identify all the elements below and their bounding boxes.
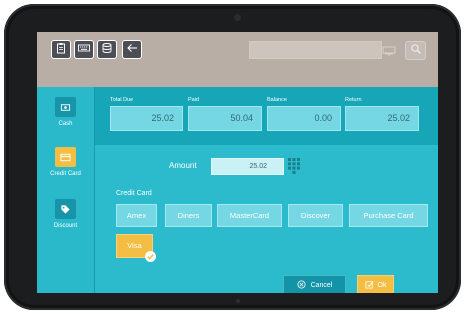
credit-card-panel: Amount 25.02 Credit Card Amex Diners Mas… (95, 145, 438, 293)
balance-label: Balance (267, 97, 287, 103)
sidebar-item-label: Discount (53, 223, 78, 229)
return-value: 25.02 (345, 106, 419, 131)
tablet-frame: Cash Credit Card Discount Total Due 25.0… (4, 4, 461, 310)
database-icon (101, 41, 113, 59)
keypad-icon[interactable] (288, 158, 300, 174)
edit-check-icon (365, 280, 374, 291)
return-label: Return (345, 97, 362, 103)
clipboard-button[interactable] (51, 40, 71, 59)
clipboard-icon (55, 41, 67, 59)
back-arrow-icon (126, 41, 138, 59)
search-icon (410, 42, 422, 60)
sidebar-item-credit-card[interactable]: Credit Card (37, 147, 94, 177)
amount-input[interactable]: 25.02 (211, 158, 284, 175)
sidebar-item-discount[interactable]: Discount (37, 199, 94, 229)
paid-label: Paid (188, 97, 200, 103)
card-option-mastercard[interactable]: MasterCard (217, 204, 282, 227)
card-option-discover[interactable]: Discover (288, 204, 343, 227)
ok-button[interactable]: Ok (357, 275, 394, 293)
credit-card-title: Credit Card (116, 190, 152, 197)
database-button[interactable] (97, 40, 117, 59)
sidebar-item-label: Cash (58, 121, 73, 127)
card-option-diners[interactable]: Diners (165, 204, 212, 227)
paid-value: 50.04 (188, 106, 262, 131)
keyboard-icon[interactable] (382, 43, 396, 57)
card-option-amex[interactable]: Amex (116, 204, 157, 227)
cancel-label: Cancel (310, 281, 333, 289)
top-toolbar (37, 32, 438, 87)
balance-value: 0.00 (267, 106, 341, 131)
pos-screen: Cash Credit Card Discount Total Due 25.0… (37, 32, 438, 293)
back-button[interactable] (122, 40, 142, 59)
card-option-purchase-card[interactable]: Purchase Card (349, 204, 428, 227)
tag-icon (55, 199, 76, 219)
ok-label: Ok (377, 281, 387, 289)
checkmark-icon (145, 251, 156, 262)
credit-card-icon (55, 147, 76, 167)
sidebar-item-cash[interactable]: Cash (37, 97, 94, 127)
cancel-button[interactable]: Cancel (283, 275, 346, 293)
cancel-circle-icon (297, 279, 306, 291)
search-button[interactable] (405, 41, 426, 60)
keyboard-icon (78, 41, 90, 59)
camera-dot (234, 14, 241, 21)
total-due-value: 25.02 (110, 106, 183, 131)
totals-bar: Total Due 25.02 Paid 50.04 Balance 0.00 … (95, 87, 438, 145)
amount-label: Amount (169, 161, 197, 170)
search-input[interactable] (249, 41, 382, 59)
sidebar-item-label: Credit Card (50, 171, 81, 177)
keyboard-button[interactable] (74, 40, 94, 59)
cash-icon (55, 97, 76, 117)
home-indicator (236, 299, 240, 303)
payment-type-sidebar: Cash Credit Card Discount (37, 87, 94, 293)
total-due-label: Total Due (110, 97, 134, 103)
